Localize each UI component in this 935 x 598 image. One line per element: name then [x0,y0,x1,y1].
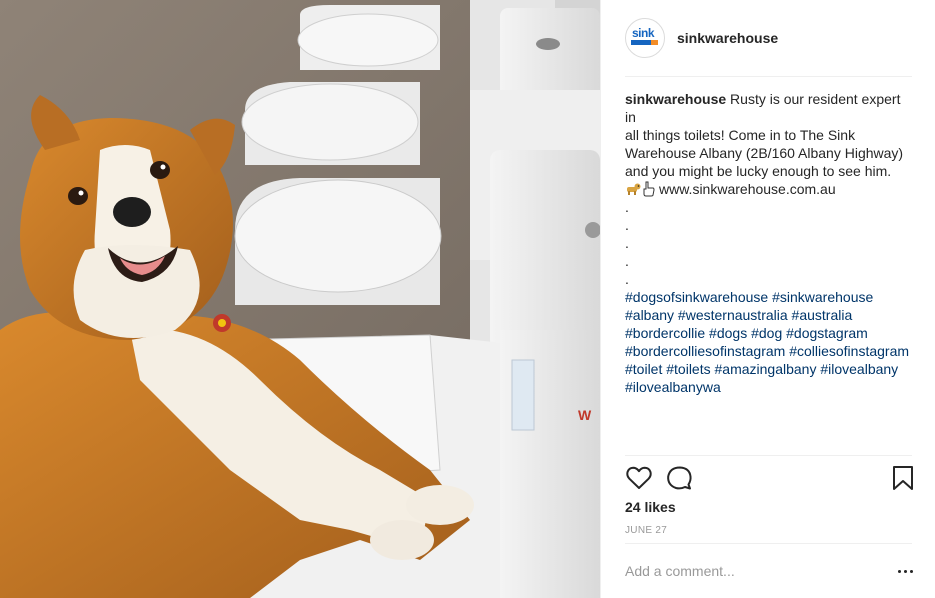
divider [625,455,912,456]
dog-emoji-icon [627,183,641,195]
dot [903,569,907,573]
comment-bubble-icon[interactable] [665,464,693,492]
svg-text:W: W [578,407,592,423]
avatar[interactable]: sink [625,18,665,58]
heart-icon[interactable] [625,464,653,492]
caption-link-line: www.sinkwarehouse.com.au [625,180,915,198]
post-photo[interactable]: W [0,0,600,598]
post-caption: sinkwarehouse Rusty is our resident expe… [625,90,915,396]
logo-blue-bar [631,40,652,45]
divider [625,543,912,544]
caption-dot: . [625,253,629,269]
caption-dot: . [625,199,629,215]
post-actions [625,462,917,496]
likes-count[interactable]: 24 likes [625,499,676,515]
hashtag-line[interactable]: #bordercollie #dogs #dog #dogstagram [625,324,915,342]
post-details-panel: sink sinkwarehouse sinkwarehouse Rusty i… [600,0,935,598]
dog-toilets-photo: W [0,0,600,598]
sink-warehouse-logo: sink [630,27,660,49]
comment-box [625,552,917,590]
caption-author-link[interactable]: sinkwarehouse [625,91,726,107]
dot [909,569,913,573]
instagram-post: W sink sinkwarehouse sinkwarehouse Rusty… [0,0,935,598]
website-link[interactable]: www.sinkwarehouse.com.au [659,181,836,197]
comment-input[interactable] [625,563,893,579]
caption-first-line: sinkwarehouse Rusty is our resident expe… [625,90,915,126]
caption-text-line: Warehouse Albany (2B/160 Albany Highway) [625,145,904,161]
caption-text-line: and you might be lucky enough to see him… [625,163,892,179]
caption-text-line: all things toilets! Come in to The Sink [625,127,856,143]
logo-text: sink [632,26,655,40]
post-header: sink sinkwarehouse [625,16,912,60]
hashtag-line[interactable]: #dogsofsinkwarehouse #sinkwarehouse [625,288,915,306]
bookmark-icon[interactable] [889,464,917,492]
post-date[interactable]: JUNE 27 [625,525,667,536]
hashtag-line[interactable]: #bordercolliesofinstagram #colliesofinst… [625,342,915,360]
hashtag-line[interactable]: #ilovealbanywa [625,378,915,396]
hashtag-line[interactable]: #toilet #toilets #amazingalbany #iloveal… [625,360,915,378]
account-username-link[interactable]: sinkwarehouse [677,30,778,46]
pointing-hand-emoji-icon [643,181,655,197]
caption-dot: . [625,217,629,233]
caption-dot: . [625,235,629,251]
caption-dot: . [625,271,629,287]
logo-orange-bar [651,40,658,45]
divider [625,76,912,77]
more-options-icon[interactable] [893,561,917,581]
dot [897,569,901,573]
hashtag-line[interactable]: #albany #westernaustralia #australia [625,306,915,324]
